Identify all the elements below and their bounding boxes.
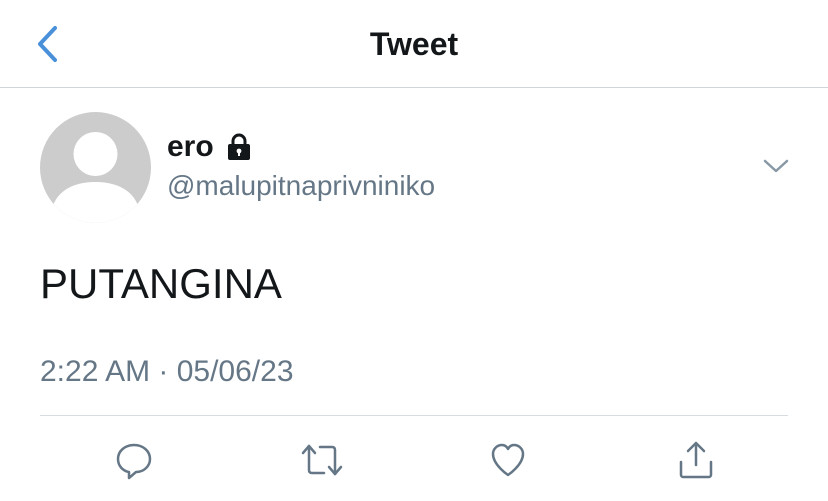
like-icon [488,440,528,480]
tweet-timestamp: 2:22 AM · 05/06/23 [40,355,294,388]
author-handle[interactable]: @malupitnaprivniniko [167,168,435,204]
like-button[interactable] [482,434,534,486]
reply-icon [114,440,154,480]
reply-button[interactable] [108,434,160,486]
lock-icon [224,132,254,162]
navigation-bar: Tweet [0,0,828,88]
share-icon [676,440,716,480]
retweet-icon [300,440,344,480]
tweet-actions [0,434,828,486]
chevron-down-icon [762,158,790,174]
more-options-button[interactable] [760,152,792,180]
share-button[interactable] [670,434,722,486]
default-avatar-icon [50,132,141,223]
divider [40,415,788,416]
author-name[interactable]: ero [167,130,214,164]
tweet-text: PUTANGINA [40,260,282,307]
page-title: Tweet [369,26,459,62]
avatar[interactable] [40,112,151,223]
retweet-button[interactable] [296,434,348,486]
author-name-row: ero [167,128,254,166]
